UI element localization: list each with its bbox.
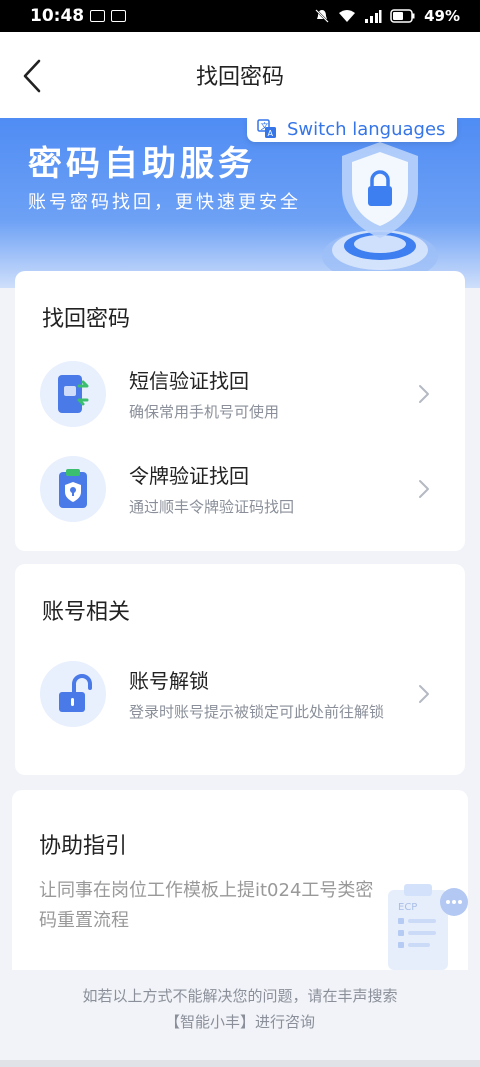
phone-sms-icon [58,375,89,413]
status-time: 10:48 [30,6,85,26]
notification-icon [90,10,106,22]
footer-line-2: 【智能小丰】进行咨询 [164,1013,315,1031]
svg-text:A: A [268,129,274,138]
account-unlock-title: 账号解锁 [129,669,209,693]
signal-icon [365,10,382,23]
token-verify-desc: 通过顺丰令牌验证码找回 [129,498,295,516]
sms-verify-item[interactable]: 短信验证找回 确保常用手机号可使用 [15,361,465,451]
password-recovery-card: 找回密码 短信验证找回 确保常用手机号可使用 令牌验证找回 通过顺丰令牌验证码找… [15,271,465,551]
shield-illustration-icon [322,142,438,282]
back-button[interactable] [14,56,50,96]
unlock-icon [59,674,92,712]
document-chat-icon: ECP [388,884,468,970]
account-card: 账号相关 账号解锁 登录时账号提示被锁定可此处前往解锁 [15,564,465,775]
account-unlock-item[interactable]: 账号解锁 登录时账号提示被锁定可此处前往解锁 [15,661,465,761]
assist-guide-card: 协助指引 让同事在岗位工作模板上提it024工号类密码重置流程 ECP [12,790,468,970]
status-left: 10:48 [30,6,127,26]
footer-line-1: 如若以上方式不能解决您的问题，请在丰声搜索 [82,987,398,1005]
switch-languages-button[interactable]: 文A Switch languages [247,118,458,142]
banner-subtitle: 账号密码找回，更快速更安全 [28,192,301,213]
token-verify-title: 令牌验证找回 [129,464,249,488]
doc-label: ECP [398,902,417,913]
token-clipboard-icon [59,469,87,508]
token-verify-icon-bg [40,456,106,522]
banner: 密码自助服务 账号密码找回，更快速更安全 文A Switch languages [0,118,480,288]
status-bar: 10:48 49% [0,0,480,32]
app-notification-icon [111,10,127,22]
banner-title: 密码自助服务 [28,144,256,184]
switch-languages-label: Switch languages [287,118,446,140]
chevron-right-icon [419,685,429,703]
page-title: 找回密码 [195,65,284,90]
section-title-guide: 协助指引 [39,834,128,859]
sms-verify-desc: 确保常用手机号可使用 [129,403,280,421]
guide-desc: 让同事在岗位工作模板上提it024工号类密码重置流程 [39,880,374,931]
sms-verify-title: 短信验证找回 [129,369,249,393]
wifi-icon [339,10,356,22]
battery-icon [390,9,415,23]
chevron-right-icon [419,480,429,498]
bottom-scroll-bar [0,1060,480,1067]
back-arrow-icon [23,59,41,93]
mute-icon [315,9,329,23]
battery-level: 49% [424,7,460,25]
footer-note: 如若以上方式不能解决您的问题，请在丰声搜索 【智能小丰】进行咨询 [0,983,480,1035]
header: 找回密码 [0,32,480,118]
translate-icon: 文A [257,119,277,139]
sms-verify-icon-bg [40,361,106,427]
account-unlock-icon-bg [40,661,106,727]
section-title-account: 账号相关 [42,600,131,625]
chevron-right-icon [419,385,429,403]
account-unlock-desc: 登录时账号提示被锁定可此处前往解锁 [129,703,385,721]
token-verify-item[interactable]: 令牌验证找回 通过顺丰令牌验证码找回 [15,456,465,546]
status-right: 49% [314,7,460,25]
section-title-password: 找回密码 [42,307,131,332]
